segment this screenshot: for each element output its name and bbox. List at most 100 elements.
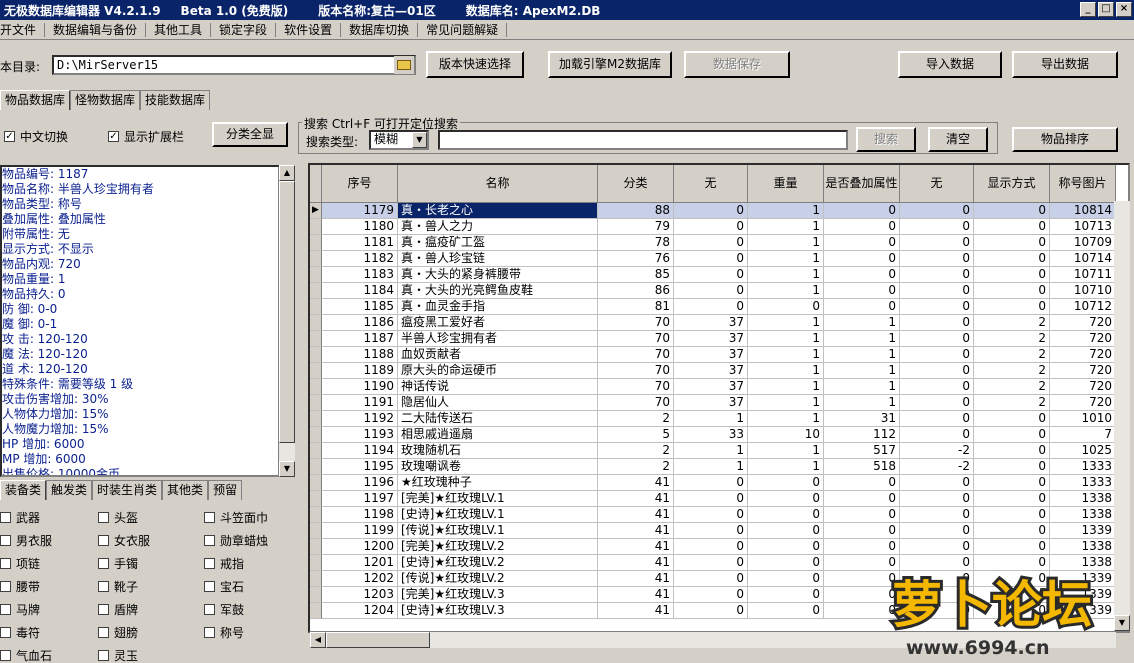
menu-item-4[interactable]: 软件设置 [276, 22, 342, 37]
menu-item-1[interactable]: 数据编辑与备份 [45, 22, 147, 37]
table-cell[interactable]: 血奴贡献者 [398, 347, 598, 363]
category-checkbox[interactable]: 头盔 [98, 509, 138, 526]
menu-item-6[interactable]: 常见问题解疑 [418, 22, 508, 37]
tab-items-db[interactable]: 物品数据库 [0, 90, 71, 110]
table-cell[interactable]: 0 [900, 539, 974, 555]
table-cell[interactable]: 1 [748, 283, 824, 299]
table-cell[interactable]: 0 [674, 603, 748, 619]
table-cell[interactable]: 2 [598, 459, 674, 475]
table-cell[interactable]: 1199 [322, 523, 398, 539]
table-row[interactable]: 1198 [史诗]★红玫瑰LV.1 41 0 0 0 0 0 1338 [310, 507, 1116, 523]
table-cell[interactable]: 0 [748, 587, 824, 603]
table-cell[interactable]: 78 [598, 235, 674, 251]
table-cell[interactable]: 神话传说 [398, 379, 598, 395]
version-quick-select-button[interactable]: 版本快速选择 [426, 51, 524, 78]
table-cell[interactable]: [史诗]★红玫瑰LV.1 [398, 507, 598, 523]
column-header[interactable]: 重量 [748, 165, 824, 203]
table-cell[interactable]: 0 [674, 571, 748, 587]
table-cell[interactable]: 0 [900, 523, 974, 539]
table-cell[interactable]: 1202 [322, 571, 398, 587]
table-cell[interactable]: 隐居仙人 [398, 395, 598, 411]
search-type-select[interactable]: 模糊 ▼ [369, 130, 429, 150]
table-cell[interactable]: 0 [900, 491, 974, 507]
table-cell[interactable]: 0 [900, 507, 974, 523]
table-cell[interactable]: 0 [674, 491, 748, 507]
table-row[interactable]: 1195 玫瑰嘲讽卷 2 1 1 518 -2 0 1333 [310, 459, 1116, 475]
table-cell[interactable]: 相思戚逍遥扇 [398, 427, 598, 443]
table-cell[interactable]: 0 [974, 523, 1050, 539]
table-cell[interactable]: 0 [900, 347, 974, 363]
import-data-button[interactable]: 导入数据 [898, 51, 1002, 78]
category-checkbox[interactable]: 毒符 [0, 624, 40, 641]
table-row[interactable]: 1181 真・瘟疫矿工盔 78 0 1 0 0 0 10709 [310, 235, 1116, 251]
expand-all-categories-button[interactable]: 分类全显 [212, 122, 288, 147]
table-cell[interactable]: [完美]★红玫瑰LV.2 [398, 539, 598, 555]
table-cell[interactable]: 1198 [322, 507, 398, 523]
table-cell[interactable]: 0 [974, 491, 1050, 507]
table-cell[interactable]: 1180 [322, 219, 398, 235]
table-cell[interactable]: 1 [748, 315, 824, 331]
category-checkbox[interactable]: 勋章蜡烛 [204, 532, 268, 549]
table-cell[interactable]: 1 [748, 235, 824, 251]
table-cell[interactable]: 0 [674, 523, 748, 539]
table-cell[interactable]: 0 [974, 539, 1050, 555]
table-cell[interactable]: 真・瘟疫矿工盔 [398, 235, 598, 251]
table-cell[interactable]: 1189 [322, 363, 398, 379]
category-checkbox[interactable]: 马牌 [0, 601, 40, 618]
table-cell[interactable]: 10714 [1050, 251, 1116, 267]
tab-skills-db[interactable]: 技能数据库 [140, 90, 211, 110]
table-cell[interactable]: 1195 [322, 459, 398, 475]
table-cell[interactable]: 0 [824, 507, 900, 523]
scroll-up-icon[interactable]: ▲ [279, 165, 295, 181]
table-row[interactable]: 1200 [完美]★红玫瑰LV.2 41 0 0 0 0 0 1338 [310, 539, 1116, 555]
table-cell[interactable]: 1185 [322, 299, 398, 315]
table-cell[interactable]: 1 [824, 395, 900, 411]
column-header[interactable]: 是否叠加属性 [824, 165, 900, 203]
category-checkbox[interactable]: 军鼓 [204, 601, 244, 618]
category-checkbox[interactable]: 气血石 [0, 647, 52, 663]
table-cell[interactable]: 1187 [322, 331, 398, 347]
table-cell[interactable]: 720 [1050, 347, 1116, 363]
table-cell[interactable]: 0 [748, 523, 824, 539]
table-cell[interactable]: 1183 [322, 267, 398, 283]
table-cell[interactable]: 0 [748, 507, 824, 523]
table-cell[interactable]: 0 [674, 251, 748, 267]
table-cell[interactable]: 1338 [1050, 539, 1116, 555]
table-cell[interactable]: 真・兽人之力 [398, 219, 598, 235]
column-header[interactable]: 称号图片 [1050, 165, 1116, 203]
category-checkbox[interactable]: 斗笠面巾 [204, 509, 268, 526]
table-cell[interactable]: 0 [900, 395, 974, 411]
column-header[interactable]: 显示方式 [974, 165, 1050, 203]
table-cell[interactable]: 0 [824, 219, 900, 235]
table-cell[interactable]: 真・兽人珍宝链 [398, 251, 598, 267]
table-cell[interactable]: 1193 [322, 427, 398, 443]
table-cell[interactable]: [完美]★红玫瑰LV.3 [398, 587, 598, 603]
menu-item-3[interactable]: 锁定字段 [211, 22, 277, 37]
category-checkbox[interactable]: 项链 [0, 555, 40, 572]
table-cell[interactable]: 1010 [1050, 411, 1116, 427]
table-cell[interactable]: 1191 [322, 395, 398, 411]
table-cell[interactable]: 7 [1050, 427, 1116, 443]
table-cell[interactable]: 33 [674, 427, 748, 443]
category-tab-0[interactable]: 装备类 [0, 480, 47, 500]
table-cell[interactable]: 5 [598, 427, 674, 443]
table-cell[interactable]: 41 [598, 491, 674, 507]
table-cell[interactable]: 2 [598, 411, 674, 427]
table-row[interactable]: 1192 二大陆传送石 2 1 1 31 0 0 1010 [310, 411, 1116, 427]
table-cell[interactable]: 0 [900, 315, 974, 331]
search-button[interactable]: 搜索 [856, 127, 916, 152]
table-cell[interactable]: 1 [748, 267, 824, 283]
column-header[interactable]: 名称 [398, 165, 598, 203]
column-header[interactable]: 序号 [322, 165, 398, 203]
table-cell[interactable]: 0 [900, 219, 974, 235]
table-cell[interactable]: 518 [824, 459, 900, 475]
table-cell[interactable]: 0 [674, 267, 748, 283]
load-engine-db-button[interactable]: 加载引擎M2数据库 [548, 51, 672, 78]
table-cell[interactable]: 0 [900, 251, 974, 267]
table-cell[interactable]: 1 [824, 347, 900, 363]
table-cell[interactable]: 0 [900, 235, 974, 251]
export-data-button[interactable]: 导出数据 [1012, 51, 1118, 78]
table-cell[interactable]: 1204 [322, 603, 398, 619]
table-cell[interactable]: 0 [974, 251, 1050, 267]
table-cell[interactable]: 0 [674, 475, 748, 491]
